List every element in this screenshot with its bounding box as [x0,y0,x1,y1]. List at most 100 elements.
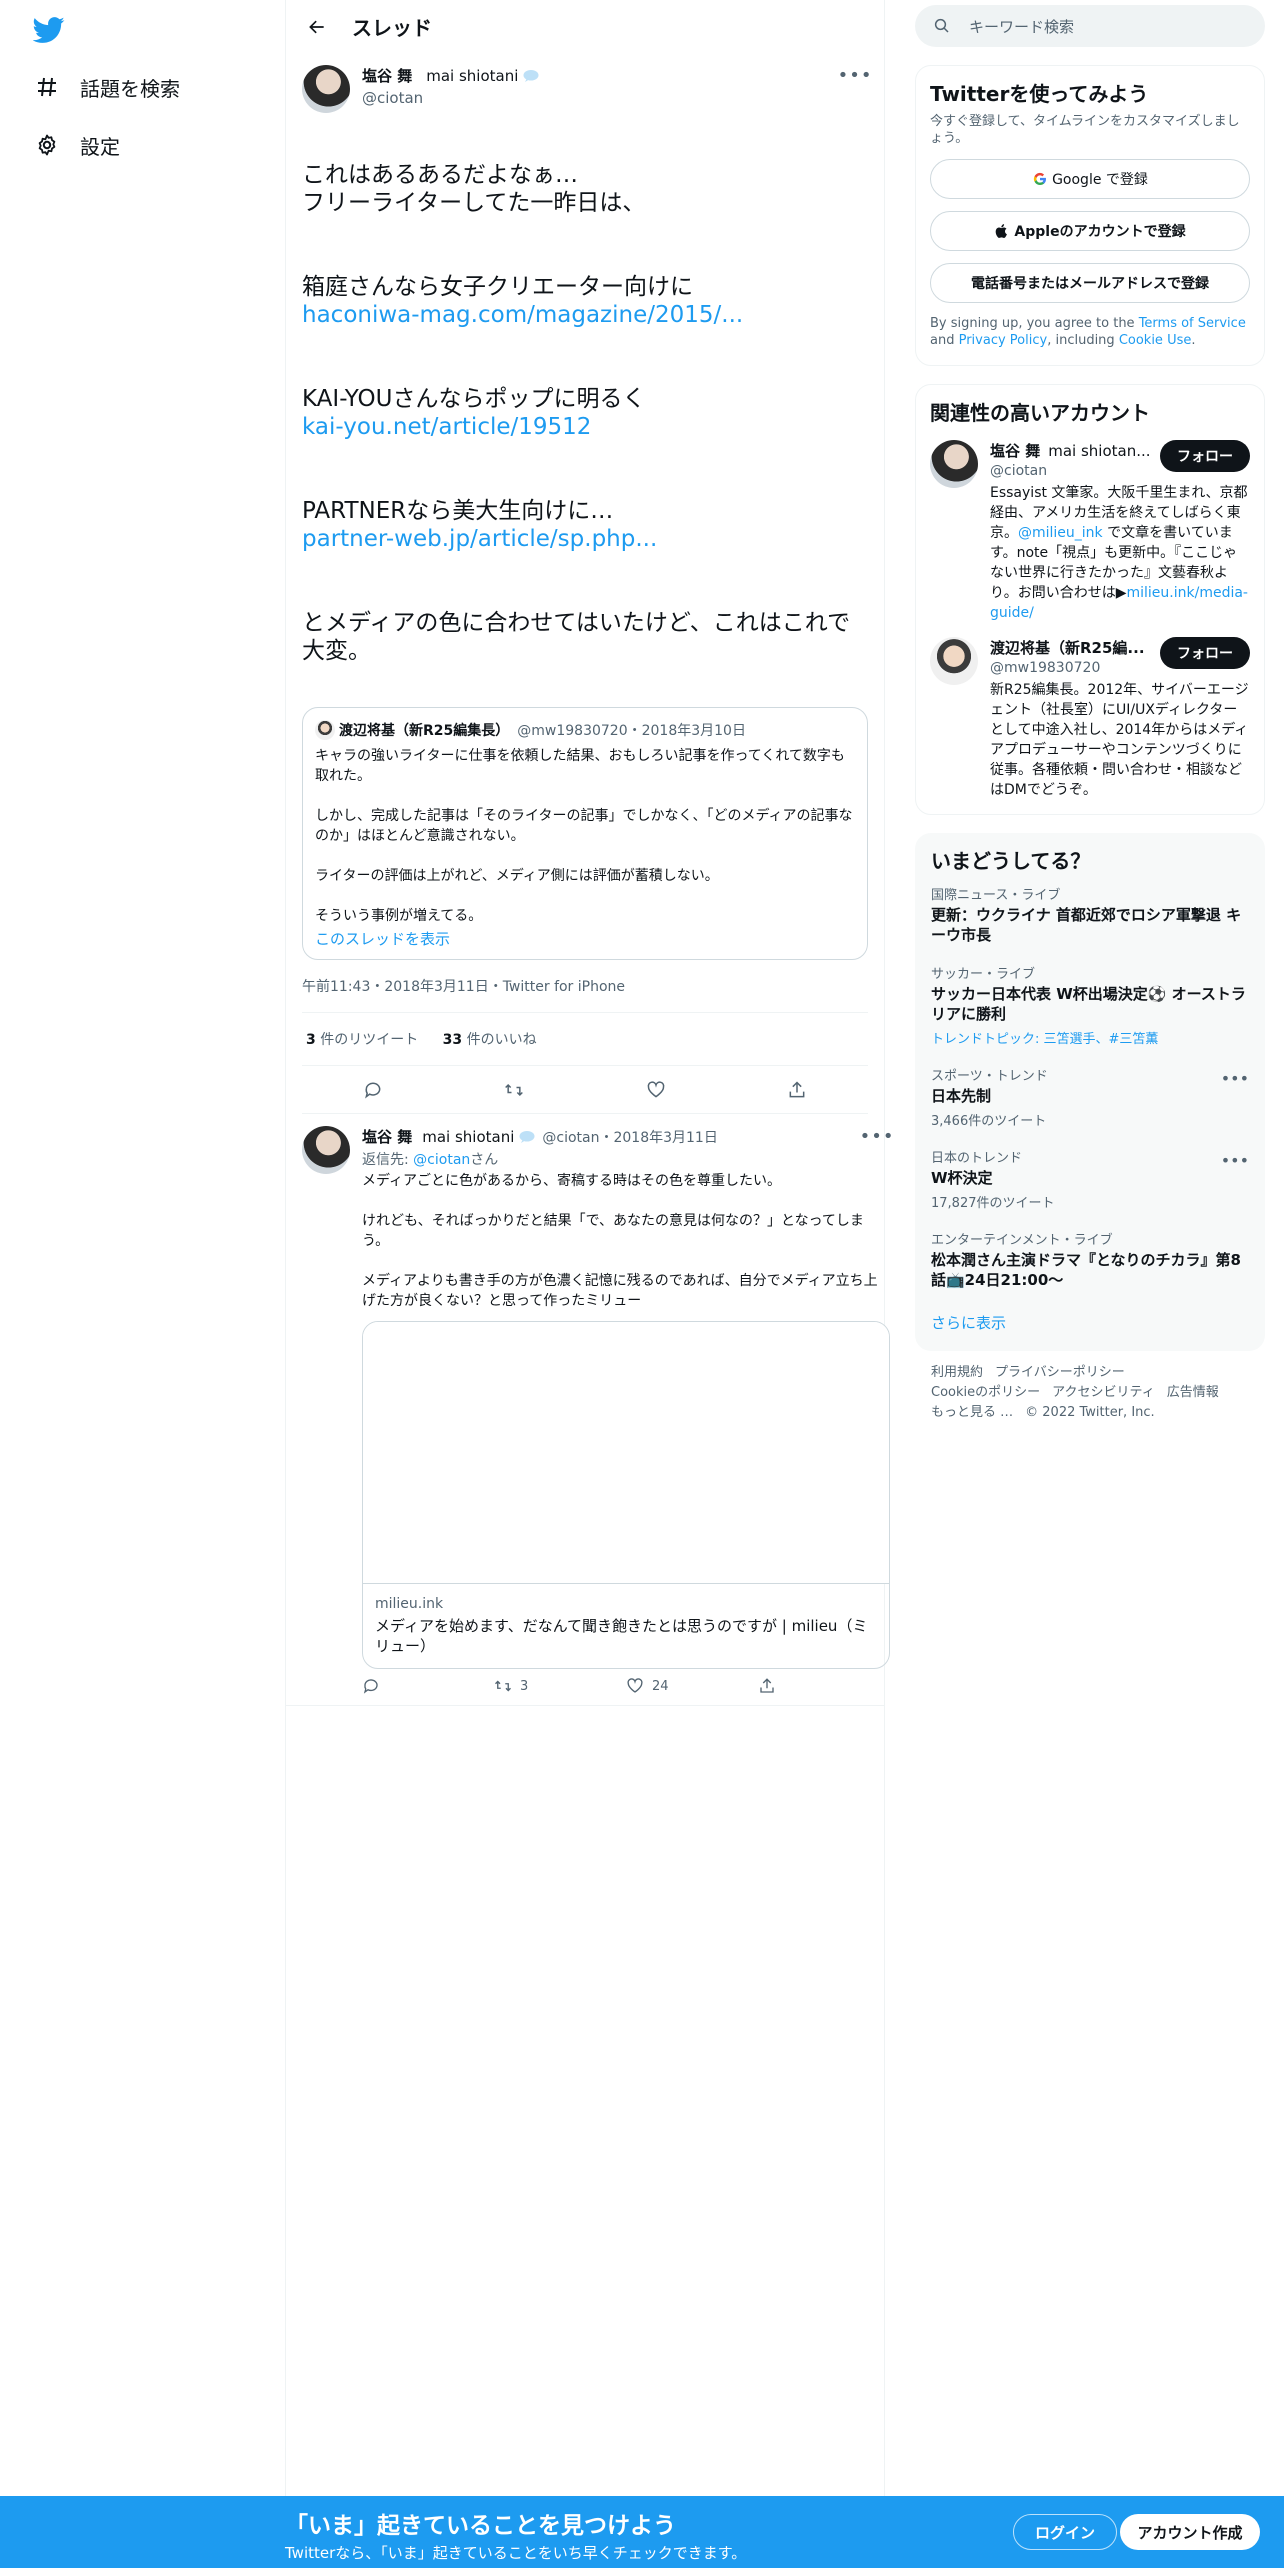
reply-reply-button[interactable] [362,1677,494,1695]
reply-like-button[interactable]: 24 [626,1677,758,1695]
reply-paragraph: メディアよりも書き手の方が色濃く記憶に残るのであれば、自分でメディア立ち上げた方… [362,1273,878,1309]
tweet-link[interactable]: haconiwa-mag.com/magazine/2015/... [302,302,743,328]
trend-title: 更新：ウクライナ 首都近郊でロシア軍撃退 キーウ市長 [931,906,1242,944]
right-sidebar: キーワード検索 Twitterを使ってみよう 今すぐ登録して、タイムラインをカス… [915,0,1265,1435]
related-account-name[interactable]: 塩谷 舞 [990,442,1040,460]
search-bar[interactable]: キーワード検索 [915,5,1265,47]
quote-paragraph: ライターの評価は上がれど、メディア側には評価が蓄積しない。 [315,868,719,884]
footer-links: 利用規約 プライバシーポリシー Cookieのポリシー アクセシビリティ 広告情報 も… [915,1351,1265,1435]
footer-link[interactable]: 広告情報 [1167,1385,1219,1400]
footer-link[interactable]: アクセシビリティ [1052,1385,1155,1400]
trend-context: エンターテインメント・ライブ [931,1233,1113,1248]
follow-button[interactable]: フォロー [1160,637,1250,669]
bottom-bar-subtitle: Twitterなら、「いま」起きていることをいち早くチェックできます。 [285,2544,747,2562]
reply-retweet-count: 3 [520,1678,529,1694]
reply-retweet-button[interactable]: 3 [494,1677,626,1695]
like-count[interactable]: 33 件のいいね [443,1032,537,1048]
more-options-icon[interactable]: ••• [838,65,872,86]
tweet-link[interactable]: kai-you.net/article/19512 [302,414,591,440]
reply-share-button[interactable] [758,1677,890,1695]
footer-link[interactable]: プライバシーポリシー [995,1365,1125,1380]
footer-more-link[interactable]: もっと見る … [931,1405,1013,1420]
reply-actions: 3 24 [362,1677,890,1695]
main-column: スレッド 塩谷 舞 mai shiotani @ciotan ••• これはある… [285,0,893,2500]
signup-subtitle: 今すぐ登録して、タイムラインをカスタマイズしましょう。 [930,114,1240,146]
footer-link[interactable]: Cookieのポリシー [931,1385,1040,1400]
reply-author-name[interactable]: 塩谷 舞 [362,1126,412,1147]
avatar[interactable] [930,637,978,685]
tweet-meta[interactable]: 午前11:43・2018年3月11日・Twitter for iPhone [302,976,868,1013]
phone-email-signup-button[interactable]: 電話番号またはメールアドレスで登録 [930,263,1250,303]
trend-title: 松本潤さん主演ドラマ『となりのチカラ』第8話📺24日21:00〜 [931,1251,1241,1289]
trend-title: W杯決定 [931,1169,993,1187]
trend-item[interactable]: スポーツ・トレンド 日本先制 3,466件のツイート ••• [931,1055,1249,1137]
like-icon[interactable] [642,1076,670,1104]
back-arrow-icon[interactable] [302,12,332,42]
avatar[interactable] [930,440,978,488]
author-name[interactable]: 塩谷 舞 [362,65,412,86]
quote-author-name: 渡辺将基（新R25編集長） [339,723,510,739]
retweet-count[interactable]: 3 件のリツイート [306,1032,418,1048]
author-subname[interactable]: mai shiotani [426,67,518,85]
reply-to-handle[interactable]: @ciotan [413,1152,470,1168]
tweet-link[interactable]: partner-web.jp/article/sp.php... [302,526,657,552]
reply-author-subname[interactable]: mai shiotani [422,1128,514,1146]
trend-item[interactable]: エンターテインメント・ライブ 松本潤さん主演ドラマ『となりのチカラ』第8話📺24… [931,1219,1249,1298]
google-signup-button[interactable]: Google で登録 [930,159,1250,199]
follow-button[interactable]: フォロー [1160,440,1250,472]
twitter-logo-icon[interactable] [32,14,65,46]
quoted-tweet[interactable]: 渡辺将基（新R25編集長） @mw19830720・2018年3月10日 キャラ… [302,707,868,960]
like-count-label: 件のいいね [462,1032,537,1048]
nav-explore[interactable]: 話題を検索 [34,67,180,107]
login-button[interactable]: ログイン [1013,2514,1117,2550]
terms-of-service-link[interactable]: Terms of Service [1139,316,1246,331]
trend-topics-text[interactable]: トレンドトピック: 三笘選手、#三笘薫 [931,1032,1158,1047]
quote-text: キャラの強いライターに仕事を依頼した結果、おもしろい記事を作ってくれて数字も取れ… [315,746,855,926]
nav-explore-label: 話題を検索 [80,76,180,101]
related-account-handle[interactable]: @mw19830720 [990,660,1145,676]
show-more-link[interactable]: さらに表示 [931,1298,1249,1343]
reply-paragraph: けれども、そればっかりだと結果「で、あなたの意見は何なの？」となってしまう。 [362,1213,864,1249]
related-account-bio: Essayist 文筆家。大阪千里生まれ、京都経由、アメリカ生活を終えてしばらく… [990,483,1250,623]
trend-item[interactable]: サッカー・ライブ サッカー日本代表 W杯出場決定⚽️ オーストラリアに勝利 トレ… [931,953,1249,1055]
signup-button[interactable]: アカウント作成 [1120,2514,1260,2550]
quote-paragraph: そういう事例が増えてる。 [315,908,483,924]
search-input[interactable]: キーワード検索 [969,16,1074,37]
more-options-icon[interactable]: ••• [1221,1151,1249,1170]
apple-signup-button[interactable]: Appleのアカウントで登録 [930,211,1250,251]
related-account[interactable]: 塩谷 舞 mai shiotan... @ciotan フォロー Essayist… [930,440,1250,623]
related-account-name[interactable]: 渡辺将基（新R25編... [990,639,1145,657]
reply-avatar[interactable] [302,1126,350,1174]
tweet-paragraph: PARTNERなら美大生向けに… [302,498,614,524]
reply-tweet[interactable]: 塩谷 舞 mai shiotani @ciotan・2018年3月11日 •••… [286,1114,893,1706]
avatar[interactable] [302,65,350,113]
author-handle[interactable]: @ciotan [362,89,842,107]
cookie-use-link[interactable]: Cookie Use [1119,333,1192,348]
tweet-paragraph: とメディアの色に合わせてはいたけど、これはこれで大変。 [302,610,851,664]
quote-paragraph: しかし、完成した記事は「そのライターの記事」でしかなく、「どのメディアの記事なの… [315,808,853,844]
nav-settings[interactable]: 設定 [34,125,120,165]
reply-handle-date[interactable]: @ciotan・2018年3月11日 [542,1127,717,1147]
related-account[interactable]: 渡辺将基（新R25編... @mw19830720 フォロー 新R25編集長。2… [930,637,1250,800]
trend-item[interactable]: 日本のトレンド W杯決定 17,827件のツイート ••• [931,1137,1249,1219]
reply-icon[interactable] [359,1076,387,1104]
trend-item[interactable]: 国際ニュース・ライブ 更新：ウクライナ 首都近郊でロシア軍撃退 キーウ市長 [931,874,1249,953]
share-icon [760,1678,774,1693]
footer-link[interactable]: 利用規約 [931,1365,983,1380]
more-options-icon[interactable]: ••• [860,1126,894,1147]
related-account-subname[interactable]: mai shiotan... [1048,442,1150,460]
trend-topics: トレンドトピック: 三笘選手、#三笘薫 [931,1028,1249,1047]
share-icon[interactable] [783,1076,811,1104]
signup-title: Twitterを使ってみよう [930,82,1149,106]
bio-mention-link[interactable]: @milieu_ink [1018,525,1103,541]
show-thread-link[interactable]: このスレッドを表示 [315,928,855,949]
privacy-policy-link[interactable]: Privacy Policy [959,333,1048,348]
related-account-handle[interactable]: @ciotan [990,463,1150,479]
like-count-value: 33 [442,1032,463,1048]
more-options-icon[interactable]: ••• [1221,1069,1249,1088]
trend-title: 日本先制 [931,1087,992,1105]
link-card[interactable]: milieu.ink メディアを始めます、だなんて聞き飽きたとは思うのですが |… [362,1321,890,1669]
card-domain: milieu.ink [375,1596,444,1612]
retweet-icon[interactable] [500,1076,528,1104]
trend-context: 日本のトレンド [931,1151,1023,1166]
